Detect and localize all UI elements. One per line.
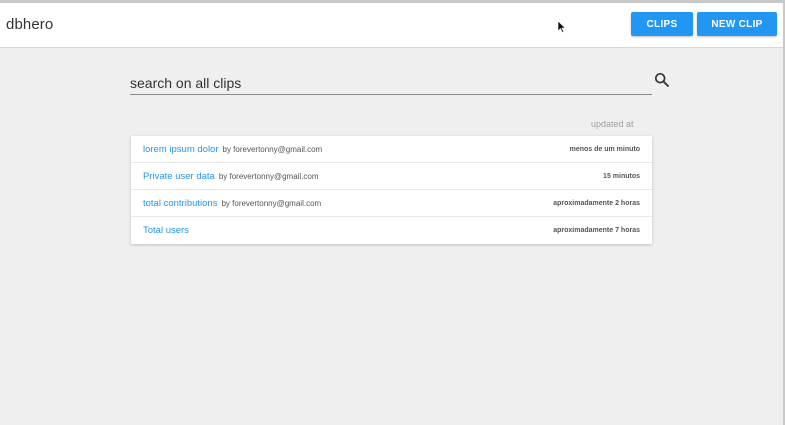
search-icon[interactable] — [654, 72, 670, 88]
clip-title-link[interactable]: Private user data — [143, 171, 215, 182]
mouse-pointer-icon — [557, 20, 567, 33]
clips-list: lorem ipsum dolor by forevertonny@gmail.… — [131, 136, 652, 244]
clip-author: by forevertonny@gmail.com — [222, 144, 323, 154]
clip-updated-time: aproximadamente 2 horas — [553, 199, 640, 207]
clip-title-link[interactable]: total contributions — [143, 198, 217, 209]
clip-title-link[interactable]: Total users — [143, 225, 189, 236]
new-clip-button[interactable]: NEW CLIP — [697, 12, 777, 36]
brand-title[interactable]: dbhero — [6, 16, 53, 33]
clip-title-link[interactable]: lorem ipsum dolor — [143, 144, 219, 155]
clip-updated-time: menos de um minuto — [569, 145, 640, 153]
search-input[interactable] — [130, 72, 652, 94]
list-item[interactable]: lorem ipsum dolor by forevertonny@gmail.… — [131, 136, 652, 163]
clip-author: by forevertonny@gmail.com — [221, 198, 322, 208]
clip-author: by forevertonny@gmail.com — [218, 171, 319, 181]
list-item[interactable]: total contributions by forevertonny@gmai… — [131, 190, 652, 217]
clips-button[interactable]: CLIPS — [631, 12, 693, 36]
search-field — [130, 72, 652, 95]
list-item[interactable]: Total users aproximadamente 7 horas — [131, 217, 652, 244]
top-header: dbhero CLIPS NEW CLIP — [0, 3, 783, 48]
list-item[interactable]: Private user data by forevertonny@gmail.… — [131, 163, 652, 190]
clip-updated-time: 15 minutos — [603, 172, 640, 180]
updated-at-column-label: updated at — [591, 119, 634, 129]
clip-updated-time: aproximadamente 7 horas — [553, 227, 640, 234]
